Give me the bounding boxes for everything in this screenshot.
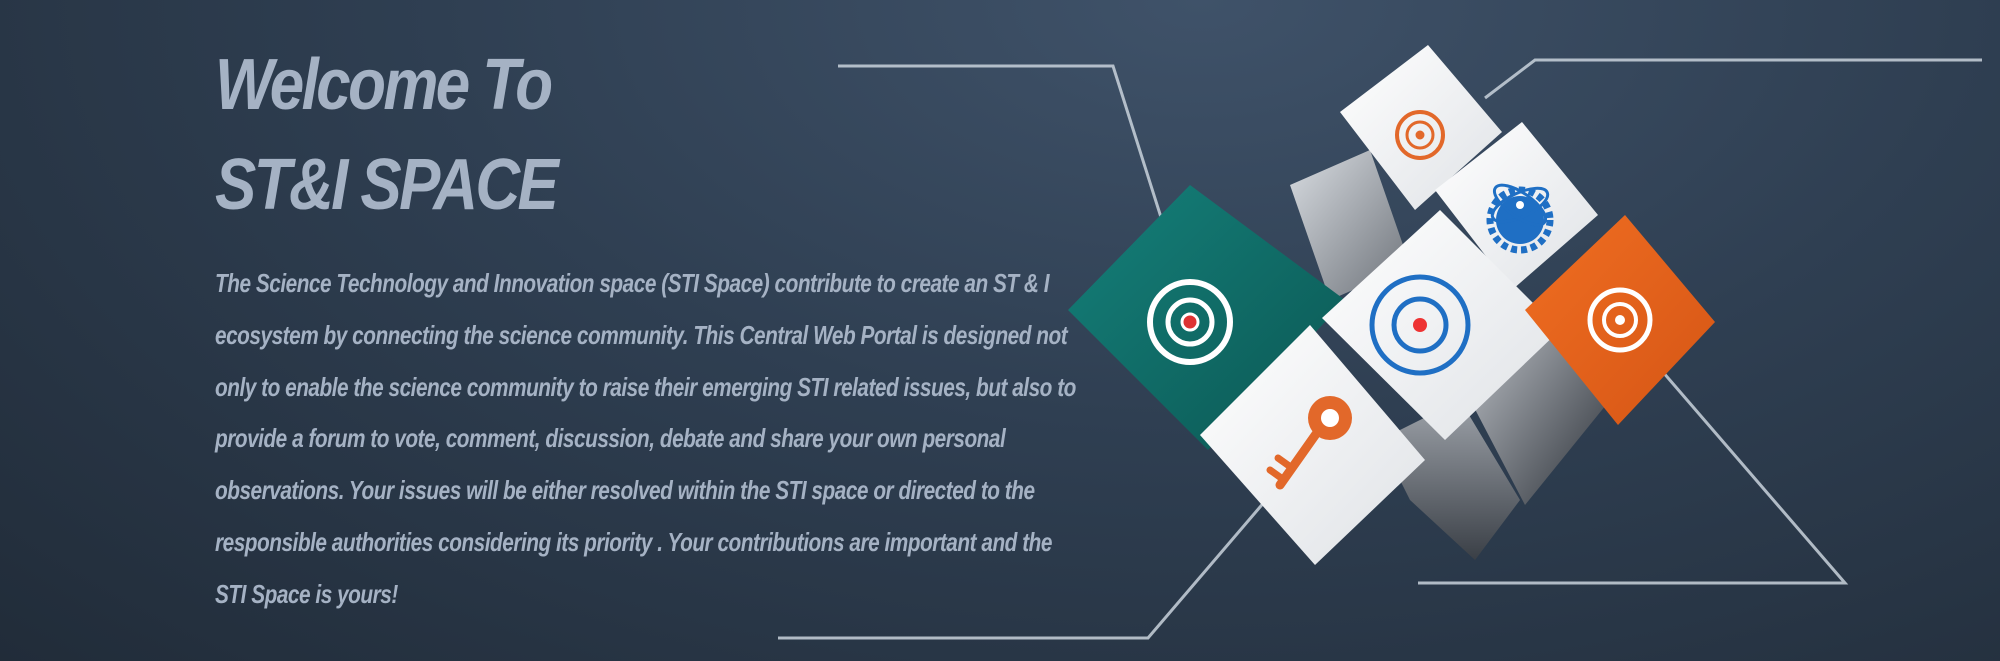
hero-graphic <box>778 45 1982 640</box>
connector-line-top-right <box>1484 58 1982 100</box>
hero-banner: Welcome To ST&I SPACE The Science Techno… <box>0 0 2000 661</box>
connector-line-bottom <box>778 492 1274 640</box>
